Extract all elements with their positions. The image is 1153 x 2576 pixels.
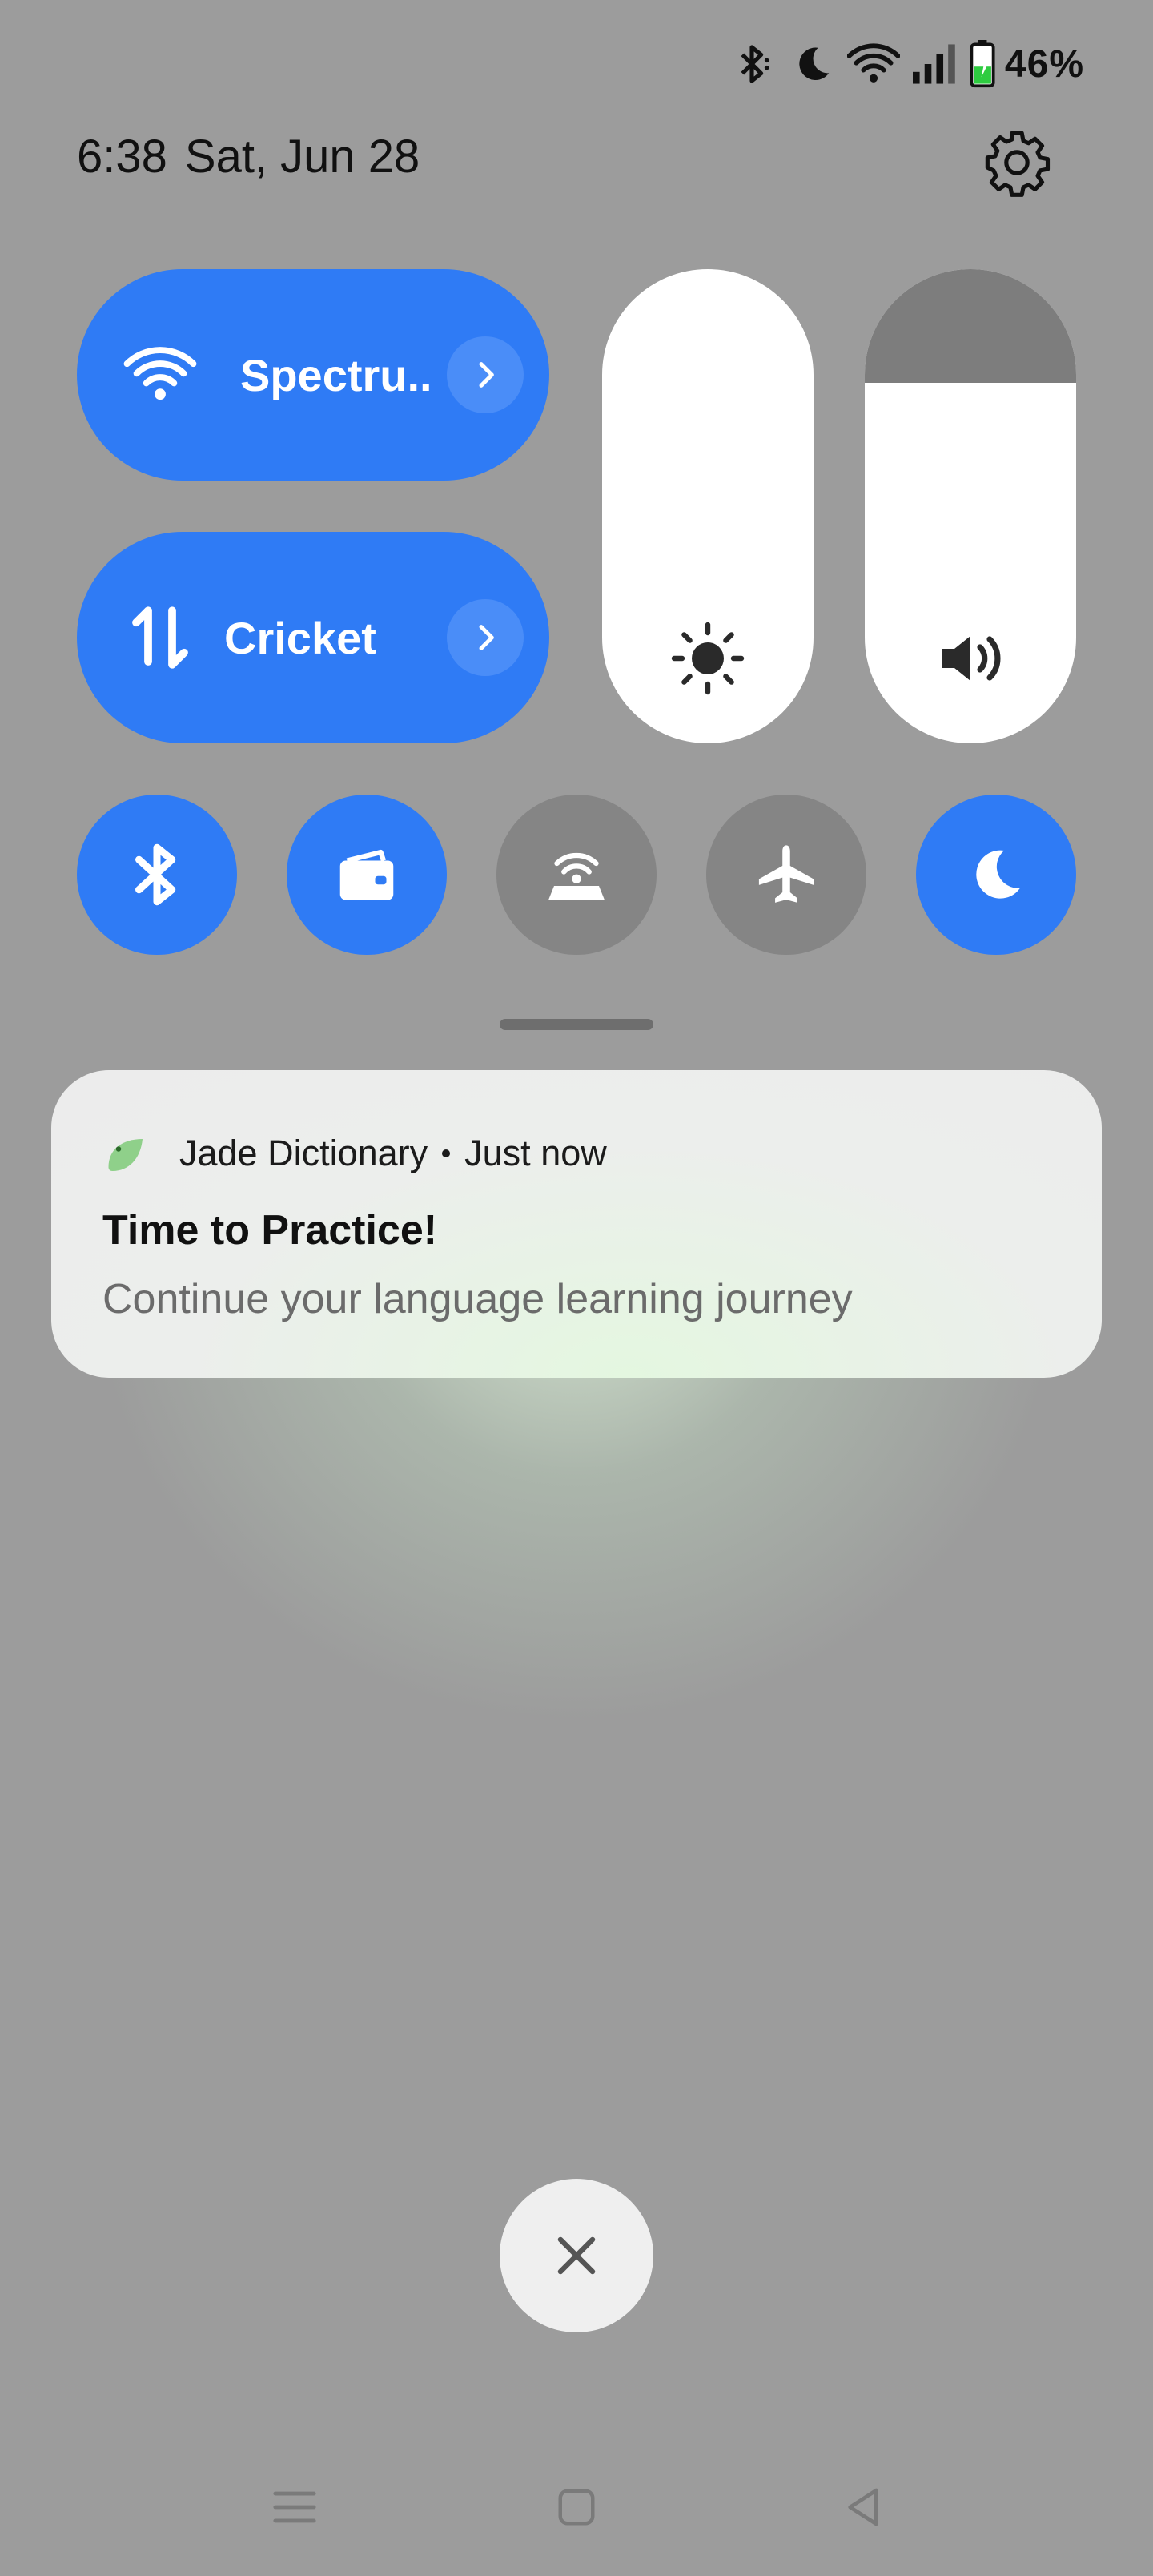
notification-body: Continue your language learning journey <box>102 1276 853 1322</box>
home-icon <box>558 2489 595 2526</box>
battery-percentage: 46% <box>1004 42 1084 86</box>
wifi-details-button[interactable] <box>447 336 524 413</box>
moon-icon <box>782 34 843 95</box>
notification-app-name: Jade Dictionary <box>179 1133 428 1173</box>
notification-header: Jade Dictionary Just now <box>179 1133 607 1174</box>
recents-button[interactable] <box>255 2467 335 2547</box>
carrier-label: Cricket <box>224 612 376 663</box>
navigation-bar <box>0 2467 1153 2547</box>
airplane-mode-toggle[interactable] <box>706 795 866 955</box>
notification-card[interactable]: Jade Dictionary Just now Time to Practic… <box>51 1070 1102 1378</box>
battery-charging-icon <box>965 34 1000 95</box>
menu-icon <box>273 2491 316 2523</box>
bluetooth-toggle[interactable] <box>77 795 237 955</box>
separator-dot <box>442 1149 451 1157</box>
bluetooth-icon <box>721 34 782 95</box>
wifi-icon <box>843 34 904 95</box>
mobile-data-tile[interactable]: Cricket <box>77 532 549 743</box>
panel-drag-handle[interactable] <box>500 1019 653 1030</box>
clock-time: 6:38 <box>77 131 167 183</box>
volume-track <box>865 269 1076 383</box>
settings-button[interactable] <box>978 124 1055 201</box>
mobile-data-icon <box>120 598 200 678</box>
do-not-disturb-toggle[interactable] <box>916 795 1076 955</box>
chevron-right-icon <box>479 625 494 650</box>
mobile-data-details-button[interactable] <box>447 599 524 676</box>
wallet-toggle[interactable] <box>287 795 447 955</box>
wifi-tile[interactable]: Spectru.. <box>77 269 549 481</box>
signal-icon <box>904 34 965 95</box>
back-icon <box>848 2488 878 2526</box>
jade-leaf-icon <box>108 1139 143 1171</box>
wallet-icon <box>339 849 394 900</box>
status-bar: 46% <box>721 32 1084 96</box>
volume-icon <box>865 618 1076 698</box>
bluetooth-icon <box>135 843 176 906</box>
airplane-icon <box>758 845 814 903</box>
hotspot-toggle[interactable] <box>496 795 657 955</box>
notification-title: Time to Practice! <box>102 1207 438 1254</box>
home-button[interactable] <box>536 2467 617 2547</box>
brightness-icon <box>602 618 814 698</box>
wifi-icon <box>120 335 200 415</box>
moon-icon <box>976 850 1020 899</box>
notification-time: Just now <box>464 1133 607 1173</box>
hotspot-icon <box>548 852 605 900</box>
clear-notifications-button[interactable] <box>500 2179 653 2332</box>
gear-icon <box>985 131 1051 197</box>
brightness-slider[interactable] <box>602 269 814 743</box>
wifi-network-label: Spectru.. <box>240 349 432 400</box>
chevron-right-icon <box>479 362 494 388</box>
close-icon <box>557 2236 596 2275</box>
datetime-header: 6:38 Sat, Jun 28 <box>77 130 420 183</box>
clock-date: Sat, Jun 28 <box>184 131 420 183</box>
back-button[interactable] <box>823 2467 903 2547</box>
volume-slider[interactable] <box>865 269 1076 743</box>
